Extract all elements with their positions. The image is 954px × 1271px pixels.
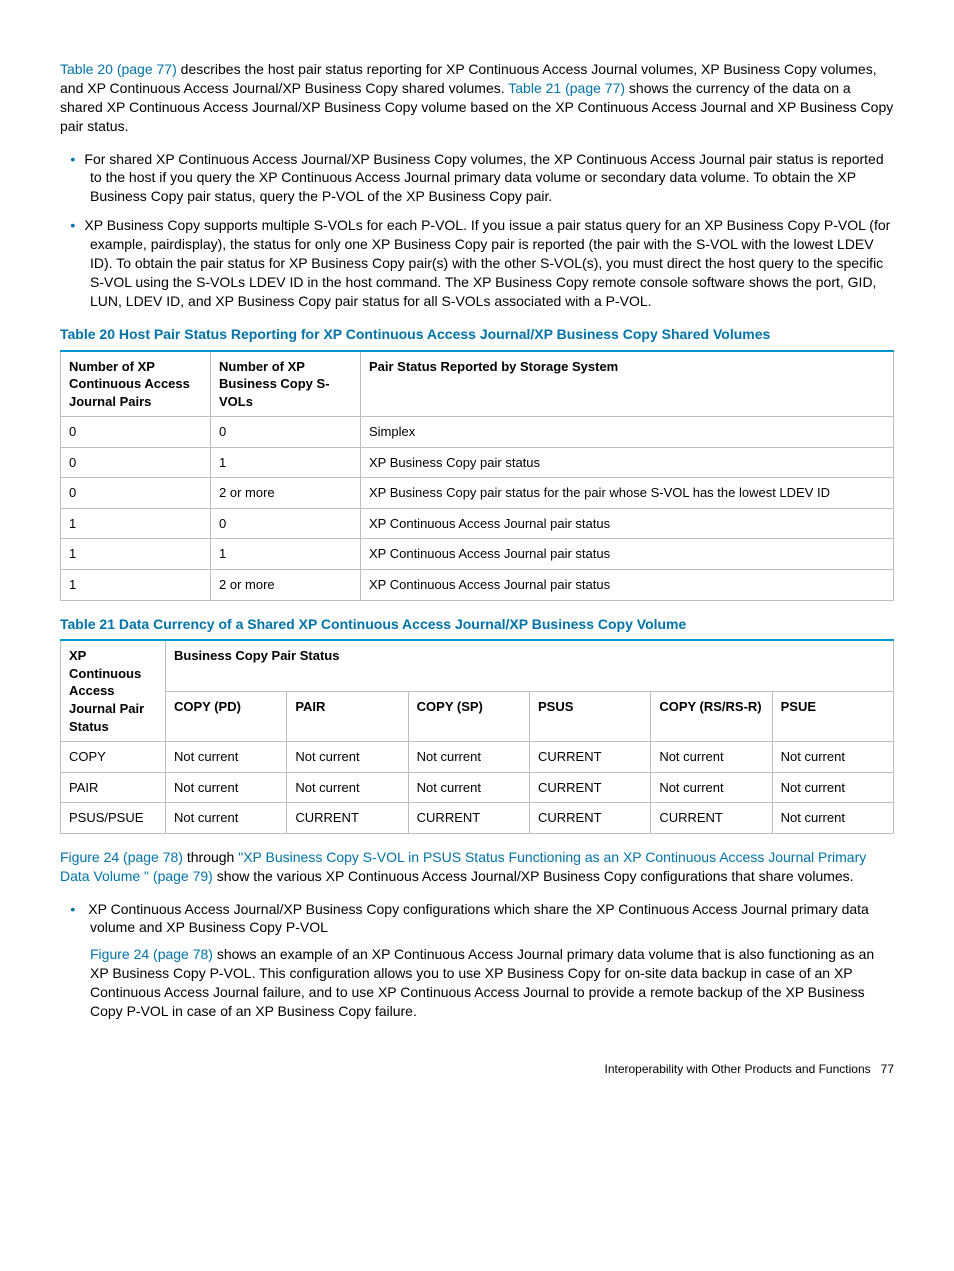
link-figure24-sub[interactable]: Figure 24 (page 78) [90, 946, 213, 962]
mid-text-2: show the various XP Continuous Access Jo… [213, 868, 854, 884]
cell: XP Continuous Access Journal pair status [361, 539, 894, 570]
cell: 2 or more [211, 478, 361, 509]
table21-subheader: COPY (SP) [408, 691, 529, 741]
cell: 2 or more [211, 569, 361, 600]
table-row: 12 or moreXP Continuous Access Journal p… [61, 569, 894, 600]
mid-paragraph: Figure 24 (page 78) through "XP Business… [60, 848, 894, 886]
cell: 0 [211, 508, 361, 539]
cell: 1 [211, 447, 361, 478]
cell: 0 [211, 417, 361, 448]
cell: Not current [772, 803, 893, 834]
cell: XP Continuous Access Journal pair status [361, 508, 894, 539]
cell: 0 [61, 447, 211, 478]
cell: COPY [61, 742, 166, 773]
intro-paragraph: Table 20 (page 77) describes the host pa… [60, 60, 894, 136]
table20-header: Number of XP Business Copy S-VOLs [211, 351, 361, 417]
cell: CURRENT [287, 803, 408, 834]
cell: Not current [166, 742, 287, 773]
table21-header-group: Business Copy Pair Status [166, 640, 894, 691]
cell: Not current [772, 772, 893, 803]
cell: Not current [166, 772, 287, 803]
table21-header-left: XP Continuous Access Journal Pair Status [61, 640, 166, 741]
table20-header: Number of XP Continuous Access Journal P… [61, 351, 211, 417]
cell: CURRENT [529, 803, 650, 834]
cell: CURRENT [651, 803, 772, 834]
bullet2-text: XP Continuous Access Journal/XP Business… [88, 901, 869, 936]
table21-subheader: PSUS [529, 691, 650, 741]
table21-subheader: COPY (PD) [166, 691, 287, 741]
table-row: 00Simplex [61, 417, 894, 448]
table-row: 10XP Continuous Access Journal pair stat… [61, 508, 894, 539]
table21-subheader: PAIR [287, 691, 408, 741]
table21-title: Table 21 Data Currency of a Shared XP Co… [60, 615, 894, 634]
cell: CURRENT [529, 742, 650, 773]
link-table21[interactable]: Table 21 (page 77) [508, 80, 625, 96]
link-figure24[interactable]: Figure 24 (page 78) [60, 849, 183, 865]
table-row: COPY Not current Not current Not current… [61, 742, 894, 773]
table-row: 11XP Continuous Access Journal pair stat… [61, 539, 894, 570]
bullet-item: For shared XP Continuous Access Journal/… [90, 150, 894, 207]
table21-subheader: PSUE [772, 691, 893, 741]
table-row: PSUS/PSUE Not current CURRENT CURRENT CU… [61, 803, 894, 834]
cell: 0 [61, 478, 211, 509]
page-number: 77 [881, 1062, 894, 1076]
bullet-item: XP Continuous Access Journal/XP Business… [90, 900, 894, 1021]
cell: 1 [61, 539, 211, 570]
cell: PSUS/PSUE [61, 803, 166, 834]
mid-text-1: through [183, 849, 238, 865]
table-row: PAIR Not current Not current Not current… [61, 772, 894, 803]
cell: PAIR [61, 772, 166, 803]
cell: Not current [287, 772, 408, 803]
cell: 0 [61, 417, 211, 448]
table20-header: Pair Status Reported by Storage System [361, 351, 894, 417]
cell: Not current [166, 803, 287, 834]
cell: Not current [287, 742, 408, 773]
cell: Not current [408, 742, 529, 773]
cell: XP Business Copy pair status for the pai… [361, 478, 894, 509]
cell: Not current [772, 742, 893, 773]
cell: CURRENT [529, 772, 650, 803]
cell: XP Business Copy pair status [361, 447, 894, 478]
link-table20[interactable]: Table 20 (page 77) [60, 61, 177, 77]
bullet-list-2: XP Continuous Access Journal/XP Business… [60, 900, 894, 1021]
bullet-list-1: For shared XP Continuous Access Journal/… [60, 150, 894, 311]
cell: CURRENT [408, 803, 529, 834]
table-row: 02 or moreXP Business Copy pair status f… [61, 478, 894, 509]
cell: 1 [61, 569, 211, 600]
cell: Simplex [361, 417, 894, 448]
page-footer: Interoperability with Other Products and… [60, 1061, 894, 1077]
cell: 1 [61, 508, 211, 539]
cell: Not current [408, 772, 529, 803]
footer-text: Interoperability with Other Products and… [604, 1062, 870, 1076]
table20: Number of XP Continuous Access Journal P… [60, 350, 894, 601]
table-row: 01XP Business Copy pair status [61, 447, 894, 478]
cell: Not current [651, 772, 772, 803]
bullet-item: XP Business Copy supports multiple S-VOL… [90, 216, 894, 310]
cell: 1 [211, 539, 361, 570]
cell: XP Continuous Access Journal pair status [361, 569, 894, 600]
table21-subheader: COPY (RS/RS-R) [651, 691, 772, 741]
table21: XP Continuous Access Journal Pair Status… [60, 639, 894, 833]
table20-title: Table 20 Host Pair Status Reporting for … [60, 325, 894, 344]
cell: Not current [651, 742, 772, 773]
